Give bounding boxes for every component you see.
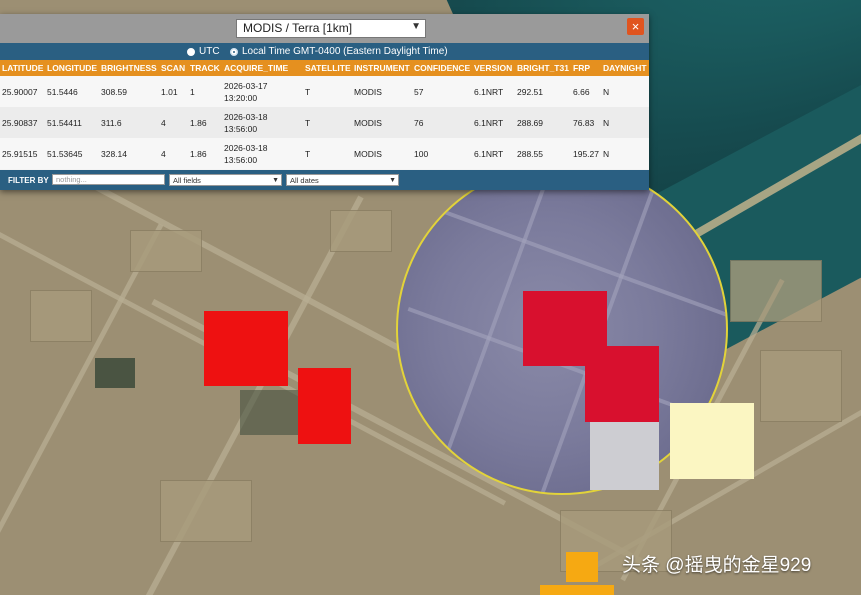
cell-daynight: N [603,149,610,159]
fire-detection-marker[interactable] [298,368,351,444]
popup-header: MODIS / Terra [1km] ▼ × [0,14,649,43]
field-select-value: All fields [173,176,201,185]
time-mode-bar: UTC Local Time GMT-0400 (Eastern Dayligh… [0,43,649,60]
cell-longitude: 51.53645 [47,149,83,159]
table-row[interactable]: 25.90007 51.5446 308.59 1.01 1 2026-03-1… [0,76,649,107]
cell-brightness: 308.59 [101,87,127,97]
cell-version: 6.1NRT [474,149,504,159]
local-time-radio[interactable] [230,47,238,56]
field-select[interactable]: All fields ▼ [169,174,282,186]
fire-detection-marker[interactable] [566,552,598,582]
utc-radio[interactable] [187,47,195,56]
cell-longitude: 51.54411 [47,118,82,128]
cell-satellite: T [305,87,311,97]
industrial-block [760,350,842,422]
cell-confidence: 100 [414,149,429,159]
cell-version: 6.1NRT [474,87,504,97]
dark-patch [95,358,135,388]
industrial-block [30,290,92,342]
local-time-option[interactable]: Local Time GMT-0400 (Eastern Daylight Ti… [230,46,448,57]
filter-label: FILTER BY [8,176,49,185]
cell-track: 1.86 [190,118,207,128]
col-longitude[interactable]: LONGITUDE [47,63,97,73]
col-frp[interactable]: FRP [573,63,590,73]
cell-frp: 76.83 [573,118,595,128]
cell-latitude: 25.91515 [2,149,38,159]
cell-daynight: N [603,87,610,97]
cell-track: 1 [190,87,195,97]
col-scan[interactable]: SCAN [161,63,185,73]
cell-scan: 4 [161,118,166,128]
cell-acquire-date: 2026-03-17 [224,81,268,91]
cell-longitude: 51.5446 [47,87,78,97]
cell-latitude: 25.90007 [2,87,38,97]
col-track[interactable]: TRACK [190,63,220,73]
cell-brightness: 328.14 [101,149,127,159]
fire-detection-marker[interactable] [670,403,754,479]
cell-acquire-date: 2026-03-18 [224,112,268,122]
cell-acquire-time: 13:56:00 [224,155,258,165]
table-header: LATITUDE LONGITUDE BRIGHTNESS SCAN TRACK… [0,60,649,76]
fire-info-popup: MODIS / Terra [1km] ▼ × UTC Local Time G… [0,14,649,190]
cell-scan: 4 [161,149,166,159]
date-select-value: All dates [290,176,319,185]
table-row[interactable]: 25.90837 51.54411 311.6 4 1.86 2026-03-1… [0,107,649,138]
cell-frp: 6.66 [573,87,590,97]
cell-bright-t31: 292.51 [517,87,543,97]
col-latitude[interactable]: LATITUDE [2,63,43,73]
fire-detection-marker[interactable] [590,422,659,490]
col-bright-t31[interactable]: BRIGHT_T31 [517,63,569,73]
col-confidence[interactable]: CONFIDENCE [414,63,470,73]
col-version[interactable]: VERSION [474,63,512,73]
chevron-down-icon: ▼ [272,177,279,184]
cell-frp: 195.27 [573,149,599,159]
col-brightness[interactable]: BRIGHTNESS [101,63,157,73]
fire-detection-marker[interactable] [204,311,288,386]
chevron-down-icon: ▼ [411,21,421,32]
industrial-block [730,260,822,322]
cell-confidence: 76 [414,118,424,128]
cell-latitude: 25.90837 [2,118,38,128]
cell-bright-t31: 288.55 [517,149,543,159]
cell-instrument: MODIS [354,118,382,128]
cell-version: 6.1NRT [474,118,504,128]
satellite-select[interactable]: MODIS / Terra [1km] ▼ [236,19,426,38]
cell-acquire-time: 13:20:00 [224,93,258,103]
col-instrument[interactable]: INSTRUMENT [354,63,410,73]
satellite-select-value: MODIS / Terra [1km] [243,21,353,35]
filter-bar: FILTER BY nothing... All fields ▼ All da… [0,170,649,190]
cell-acquire-date: 2026-03-18 [224,143,268,153]
dark-patch [240,390,300,435]
utc-label: UTC [199,46,220,57]
table-row[interactable]: 25.91515 51.53645 328.14 4 1.86 2026-03-… [0,138,649,169]
close-button[interactable]: × [627,18,644,35]
industrial-block [330,210,392,252]
cell-brightness: 311.6 [101,118,122,128]
cell-bright-t31: 288.69 [517,118,543,128]
date-select[interactable]: All dates ▼ [286,174,399,186]
cell-instrument: MODIS [354,149,382,159]
local-time-label: Local Time GMT-0400 (Eastern Daylight Ti… [242,46,448,57]
col-daynight[interactable]: DAYNIGHT [603,63,647,73]
col-satellite[interactable]: SATELLITE [305,63,351,73]
chevron-down-icon: ▼ [389,177,396,184]
watermark: 头条 @摇曳的金星929 [622,555,812,576]
fire-detection-marker[interactable] [540,585,614,595]
col-acquire-time[interactable]: ACQUIRE_TIME [224,63,288,73]
cell-confidence: 57 [414,87,424,97]
cell-satellite: T [305,118,311,128]
industrial-block [130,230,202,272]
utc-option[interactable]: UTC [187,46,220,57]
filter-input[interactable]: nothing... [52,174,165,185]
cell-track: 1.86 [190,149,207,159]
cell-acquire-time: 13:56:00 [224,124,258,134]
cell-satellite: T [305,149,311,159]
cell-instrument: MODIS [354,87,382,97]
cell-daynight: N [603,118,610,128]
industrial-block [160,480,252,542]
cell-scan: 1.01 [161,87,178,97]
fire-detection-marker[interactable] [585,346,659,422]
